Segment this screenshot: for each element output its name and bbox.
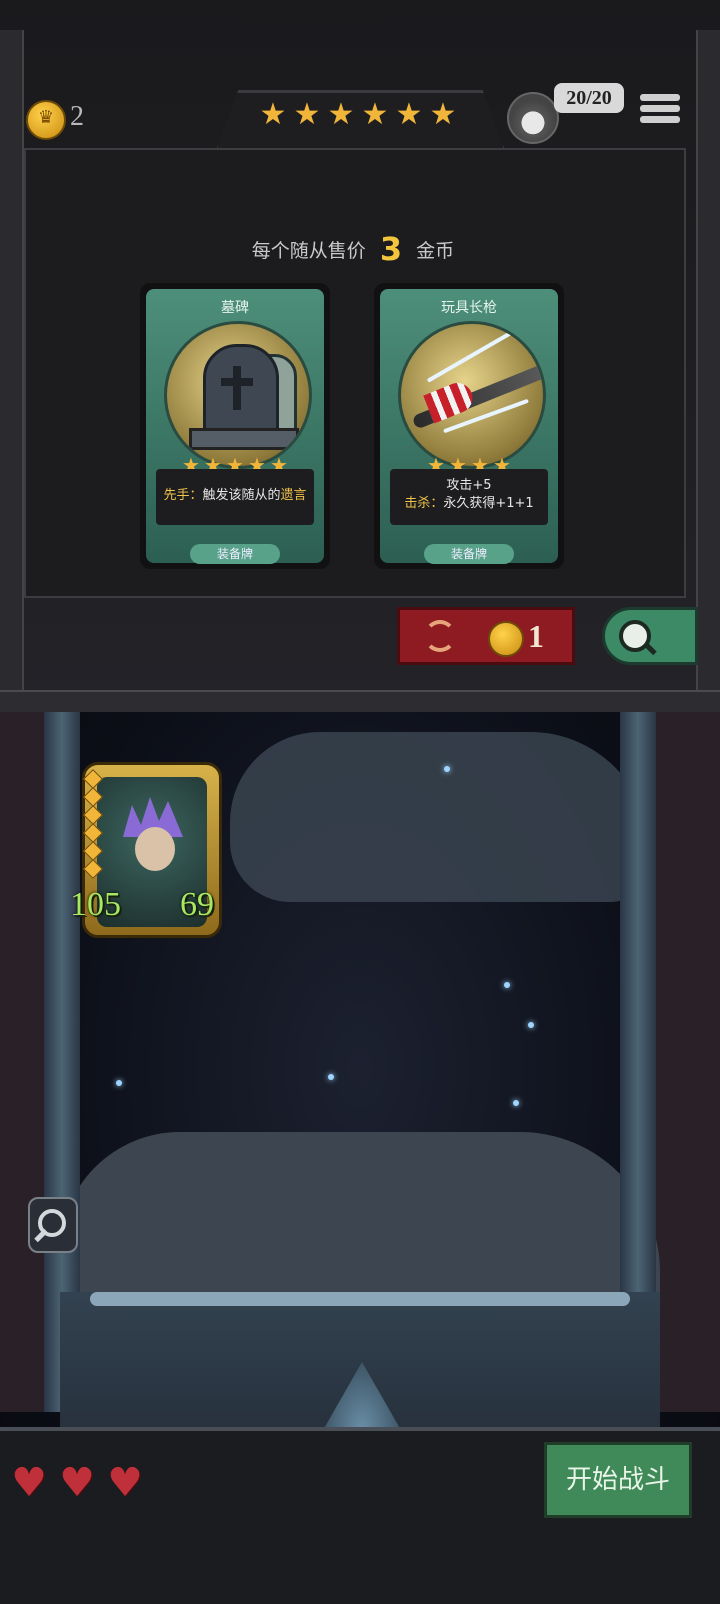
star-icon: ★	[327, 97, 355, 132]
keyword: 击杀：	[404, 496, 444, 511]
player-health: 20/20	[554, 83, 624, 113]
sparkle	[444, 766, 450, 772]
desc-line1: 攻击+5	[446, 478, 492, 493]
star-icon: ★	[395, 97, 423, 132]
sparkle	[513, 1100, 519, 1106]
heart-icon: ♥	[107, 1460, 143, 1506]
star-icon: ★	[429, 97, 457, 132]
card-description: 先手：触发该随从的遗言	[156, 469, 314, 525]
gold-coin-icon: ♛	[26, 100, 66, 140]
left-rail	[0, 30, 24, 710]
minion-health: 69	[180, 886, 214, 923]
shop-panel: ♛ 2 ★ ★ ★ ★ ★ ★ 20/20 每个随从售价 3 金币 墓碑 ★ ★…	[0, 0, 720, 716]
shop-card-toy-lance[interactable]: 玩具长枪 ★ ★ ★ ★ 攻击+5 击杀：永久获得+1+1 装备牌	[374, 283, 564, 569]
lance-icon	[398, 321, 546, 469]
right-rail	[696, 30, 720, 710]
player-avatar[interactable]	[507, 92, 559, 144]
sell-prefix: 每个随从售价	[251, 240, 366, 262]
sparkle	[528, 1022, 534, 1028]
start-battle-button[interactable]: 开始战斗	[544, 1442, 692, 1518]
lives: ♥ ♥ ♥	[8, 1462, 158, 1512]
search-button[interactable]	[602, 607, 698, 665]
sell-price: 3	[379, 230, 403, 268]
sparkle	[116, 1080, 122, 1086]
wall-right	[656, 712, 720, 1412]
reroll-cost: 1	[528, 618, 544, 654]
minion-attack: 105	[70, 886, 121, 923]
desc-text: 触发该随从的	[202, 488, 281, 503]
minion-level-pips	[83, 769, 103, 880]
card-title: 墓碑	[221, 300, 249, 316]
card-title: 玩具长枪	[441, 300, 497, 316]
sparkle	[504, 982, 510, 988]
crown-icon: ♛	[37, 107, 55, 128]
throne-rim	[90, 1292, 630, 1306]
sell-price-text: 每个随从售价 3 金币	[0, 230, 706, 268]
sell-suffix: 金币	[416, 240, 455, 262]
star-icon: ★	[259, 97, 287, 132]
heart-icon: ♥	[59, 1460, 95, 1506]
keyword: 先手：	[163, 488, 203, 503]
star-icon: ★	[293, 97, 321, 132]
coin-count: 2	[70, 101, 84, 132]
tombstone-icon	[164, 321, 312, 469]
reroll-button[interactable]: 1	[397, 607, 575, 665]
refresh-icon	[424, 620, 456, 652]
card-type-tag: 装备牌	[424, 544, 514, 564]
minion-card[interactable]: 105 69	[70, 762, 224, 942]
inspect-button[interactable]	[28, 1197, 78, 1253]
star-icon: ★	[361, 97, 389, 132]
gold-coin-icon	[488, 621, 524, 657]
heart-icon: ♥	[11, 1460, 47, 1506]
desc-line2: 永久获得+1+1	[443, 496, 534, 511]
wall-left	[0, 712, 44, 1412]
card-type-tag: 装备牌	[190, 544, 280, 564]
shop-card-tombstone[interactable]: 墓碑 ★ ★ ★ ★ ★ 先手：触发该随从的遗言 装备牌	[140, 283, 330, 569]
card-description: 攻击+5 击杀：永久获得+1+1	[390, 469, 548, 525]
tier-stars: ★ ★ ★ ★ ★ ★	[258, 100, 458, 136]
cloud-decoration	[230, 732, 650, 902]
keyword: 遗言	[280, 488, 307, 503]
shop-board	[24, 148, 686, 598]
menu-icon[interactable]	[640, 90, 680, 130]
sparkle	[328, 1074, 334, 1080]
